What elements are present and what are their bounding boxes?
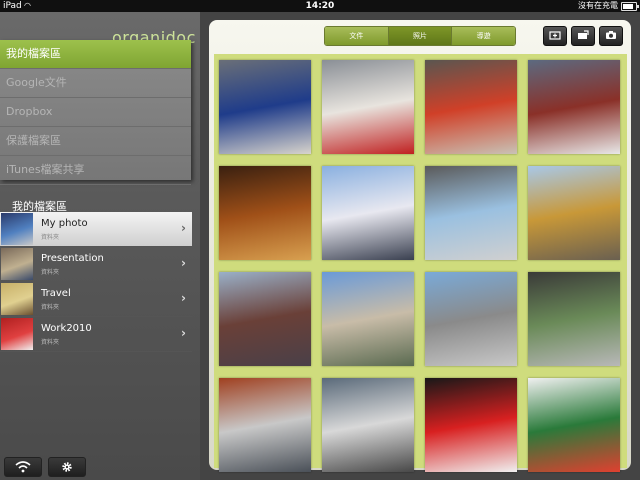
gear-icon (62, 462, 72, 472)
folder-item-presentation[interactable]: Presentation 資料夾 › (0, 247, 192, 282)
sidebar: organidoc 我的檔案區 Google文件 Dropbox 保護檔案區 i… (0, 12, 200, 480)
camera-button[interactable] (599, 26, 623, 46)
photo-thumbnail[interactable] (528, 378, 620, 472)
folder-thumbnail (1, 318, 33, 350)
photo-thumbnail[interactable] (528, 60, 620, 154)
image-import-icon (578, 30, 589, 39)
folder-thumbnail (1, 213, 33, 245)
photo-panel: 文件 照片 導遊 (209, 20, 631, 472)
photo-thumbnail[interactable] (528, 272, 620, 366)
view-segmented-control: 文件 照片 導遊 (324, 26, 516, 46)
source-menu: 我的檔案區 Google文件 Dropbox 保護檔案區 iTunes檔案共享 (0, 40, 191, 185)
menu-item-dropbox[interactable]: Dropbox (0, 98, 191, 127)
folder-name: Work2010 (41, 323, 92, 334)
folder-name: Travel (41, 288, 71, 299)
photo-thumbnail[interactable] (528, 166, 620, 260)
chevron-right-icon: › (181, 291, 186, 305)
folder-type: 資料夾 (41, 269, 60, 276)
folder-item-travel[interactable]: Travel 資料夾 › (0, 282, 192, 317)
photo-thumbnail[interactable] (322, 272, 414, 366)
folder-thumbnail (1, 248, 33, 280)
folder-type: 資料夾 (41, 304, 60, 311)
photo-thumbnail[interactable] (219, 378, 311, 472)
folder-name: My photo (41, 218, 88, 229)
photo-grid (214, 54, 627, 472)
folder-thumbnail (1, 283, 33, 315)
photo-thumbnail[interactable] (219, 60, 311, 154)
clock: 14:20 (305, 1, 335, 11)
menu-item-my-files[interactable]: 我的檔案區 (0, 40, 191, 69)
segment-photos[interactable]: 照片 (388, 27, 453, 45)
segment-documents[interactable]: 文件 (325, 27, 389, 45)
folder-item-work2010[interactable]: Work2010 資料夾 › (0, 317, 192, 352)
photo-thumbnail[interactable] (322, 60, 414, 154)
content-area: 文件 照片 導遊 (200, 12, 640, 480)
import-button[interactable] (571, 26, 595, 46)
folder-type: 資料夾 (41, 234, 60, 241)
photo-thumbnail[interactable] (219, 166, 311, 260)
add-folder-icon (549, 31, 561, 40)
photo-thumbnail[interactable] (322, 378, 414, 472)
photo-thumbnail[interactable] (425, 166, 517, 260)
folder-name: Presentation (41, 253, 104, 264)
menu-item-protected-files[interactable]: 保護檔案區 (0, 127, 191, 156)
status-bar: iPad ◠ 14:20 沒有在充電 (0, 0, 640, 12)
photo-thumbnail[interactable] (219, 272, 311, 366)
settings-button[interactable] (48, 457, 86, 477)
battery-icon (621, 2, 639, 11)
photo-thumbnail[interactable] (425, 272, 517, 366)
add-folder-button[interactable] (543, 26, 567, 46)
camera-icon (606, 31, 616, 39)
menu-item-google-docs[interactable]: Google文件 (0, 69, 191, 98)
folder-list: My photo 資料夾 › Presentation 資料夾 › Travel… (0, 212, 192, 352)
photo-thumbnail[interactable] (425, 60, 517, 154)
photo-thumbnail[interactable] (425, 378, 517, 472)
folder-type: 資料夾 (41, 339, 60, 346)
segment-guides[interactable]: 導遊 (452, 27, 515, 45)
chevron-right-icon: › (181, 221, 186, 235)
folder-item-my-photo[interactable]: My photo 資料夾 › (0, 212, 192, 247)
photo-thumbnail[interactable] (322, 166, 414, 260)
wifi-icon (15, 461, 31, 473)
charging-status: 沒有在充電 (578, 1, 618, 10)
chevron-right-icon: › (181, 256, 186, 270)
wifi-share-button[interactable] (4, 457, 42, 477)
menu-item-itunes-sharing[interactable]: iTunes檔案共享 (0, 156, 191, 185)
chevron-right-icon: › (181, 326, 186, 340)
